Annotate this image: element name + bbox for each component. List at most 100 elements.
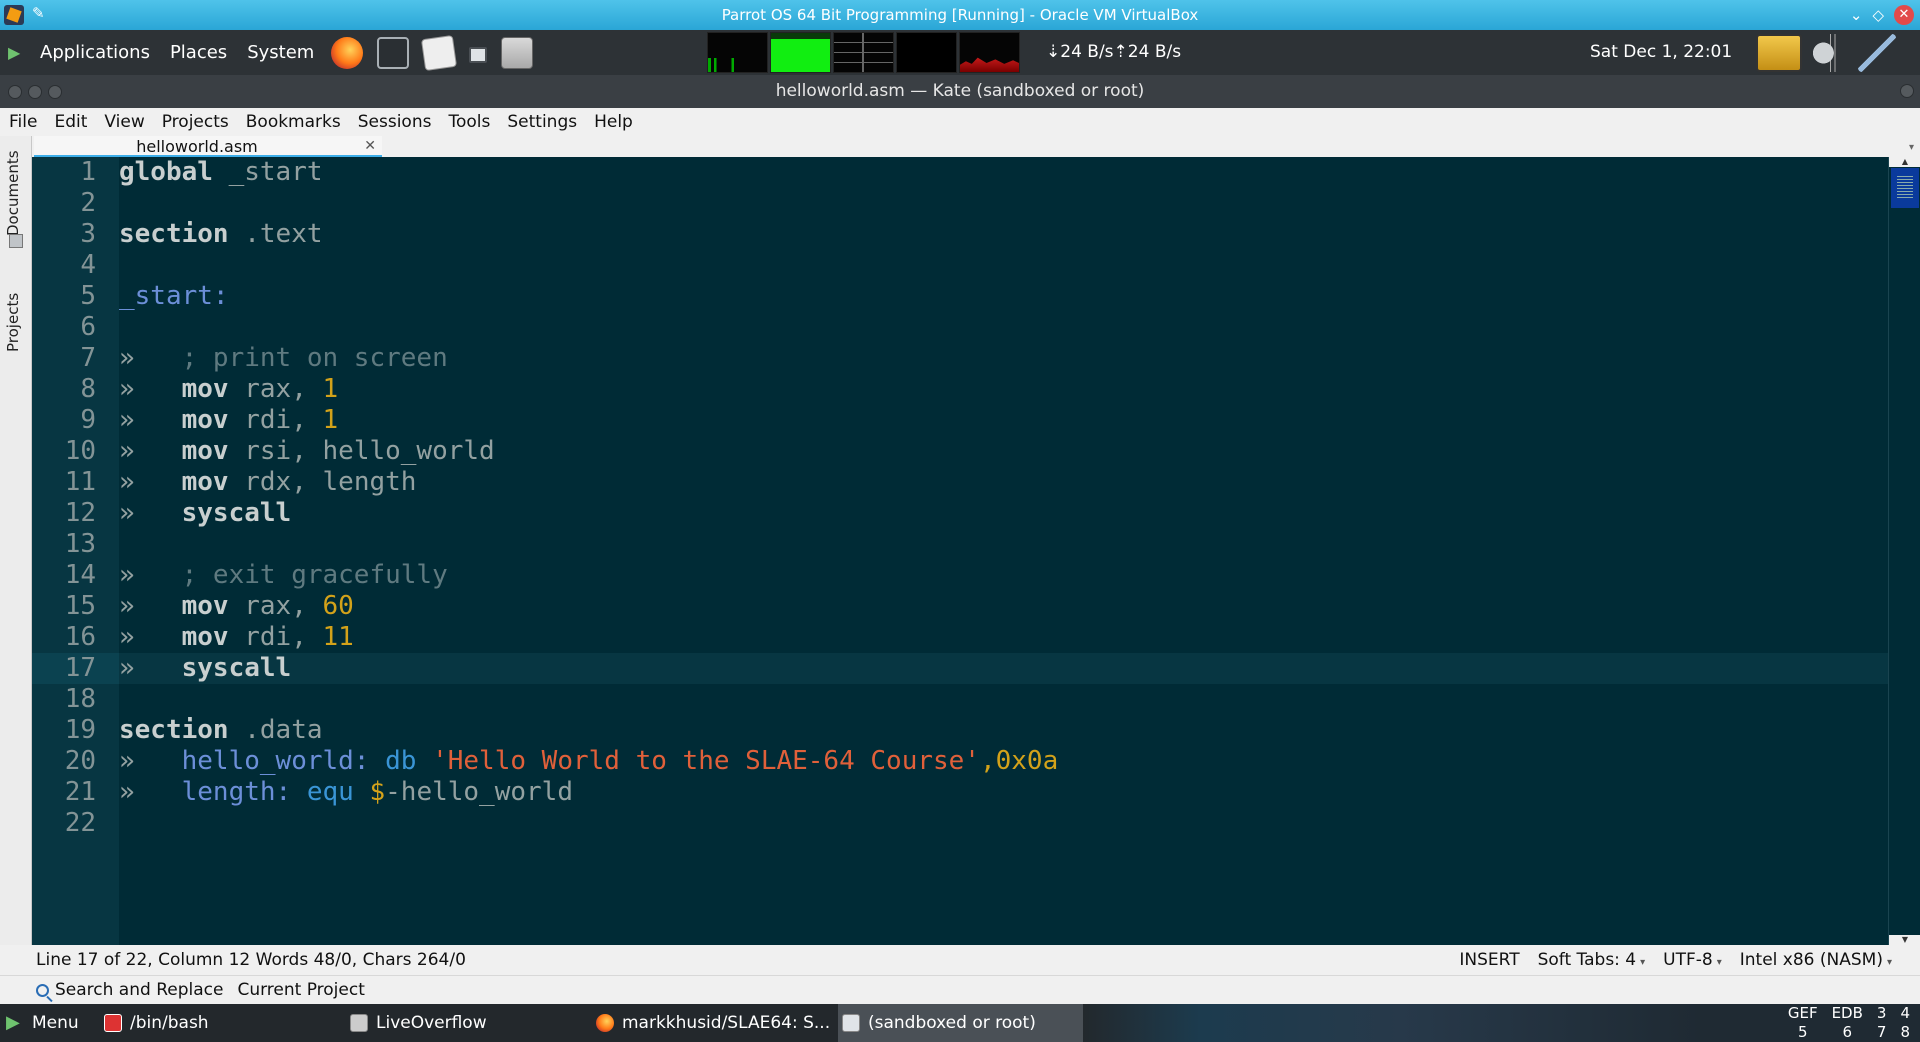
code-line[interactable]: global _start <box>119 157 1888 188</box>
taskbar-item-liveoverflow[interactable]: LiveOverflow <box>350 1004 487 1042</box>
code-line[interactable]: » mov rdi, 11 <box>119 622 1888 653</box>
menu-bookmarks[interactable]: Bookmarks <box>237 112 349 132</box>
code-line[interactable]: section .data <box>119 715 1888 746</box>
workspace-5[interactable]: 5 <box>1788 1023 1818 1042</box>
cursor-position[interactable]: Line 17 of 22, Column 12 Words 48/0, Cha… <box>36 945 466 975</box>
input-mode[interactable]: INSERT <box>1459 950 1519 970</box>
volume-icon[interactable] <box>1808 33 1852 72</box>
code-token: mov <box>181 467 229 497</box>
workspace-7[interactable]: 7 <box>1877 1023 1887 1042</box>
code-line[interactable]: » length: equ $-hello_world <box>119 777 1888 808</box>
encoding[interactable]: UTF-8 ▾ <box>1663 950 1722 970</box>
menu-tools[interactable]: Tools <box>439 112 498 132</box>
close-icon[interactable]: ✕ <box>1894 5 1914 25</box>
menu-view[interactable]: View <box>95 112 152 132</box>
menu-projects[interactable]: Projects <box>153 112 237 132</box>
workspace-3[interactable]: 3 <box>1877 1004 1887 1023</box>
code-line[interactable] <box>119 188 1888 219</box>
code-line[interactable]: » syscall <box>119 653 1888 684</box>
system-menu[interactable]: System <box>237 30 324 75</box>
editor[interactable]: 1 2 3 4 5 6 7 8 9 10 11 12 13 14 15 16 17 18 19 20 21 22 glob… <box>32 157 1920 945</box>
taskbar-item-bash[interactable]: /bin/bash <box>104 1004 209 1042</box>
code-token: 11 <box>322 622 354 652</box>
code-token: » <box>119 498 182 528</box>
minimap-scrollbar[interactable]: ▲ ▼ <box>1888 157 1920 945</box>
code-line[interactable]: » mov rax, 60 <box>119 591 1888 622</box>
code-line[interactable] <box>119 684 1888 715</box>
start-menu-button[interactable]: ▶ Menu <box>6 1004 79 1042</box>
kate-titlebar: helloworld.asm — Kate (sandboxed or root… <box>0 75 1920 108</box>
tab-close-icon[interactable]: ✕ <box>364 136 376 157</box>
current-project-button[interactable]: Current Project <box>237 980 364 1000</box>
code-token: mov <box>181 436 229 466</box>
scroll-up-icon[interactable]: ▲ <box>1889 157 1920 167</box>
window-shade-dot-icon[interactable] <box>1900 84 1914 98</box>
terminal-launcher-icon[interactable] <box>377 36 410 69</box>
indicator-gef[interactable]: GEF <box>1788 1004 1818 1023</box>
text-editor-launcher-icon[interactable] <box>421 34 458 71</box>
file-manager-launcher-icon[interactable] <box>501 36 534 69</box>
menu-settings[interactable]: Settings <box>498 112 585 132</box>
menu-edit[interactable]: Edit <box>45 112 95 132</box>
workspace-8[interactable]: 8 <box>1900 1023 1910 1042</box>
code-area[interactable]: global _startsection .text _start: » ; pri… <box>119 157 1888 945</box>
projects-toolview-tab[interactable]: Projects <box>4 252 22 352</box>
scroll-down-icon[interactable]: ▼ <box>1889 935 1920 945</box>
taskbar-item-kate[interactable]: (sandboxed or root) <box>838 1004 1083 1042</box>
syntax-mode[interactable]: Intel x86 (NASM) ▾ <box>1740 950 1892 970</box>
code-line[interactable] <box>119 529 1888 560</box>
code-line[interactable]: » mov rdi, 1 <box>119 405 1888 436</box>
system-monitor[interactable] <box>707 32 1020 73</box>
menu-sessions[interactable]: Sessions <box>349 112 440 132</box>
menu-file[interactable]: File <box>0 112 45 132</box>
screenshot-launcher-icon[interactable] <box>469 46 488 63</box>
code-token: mov <box>181 374 229 404</box>
firefox-icon <box>596 1014 614 1032</box>
code-line[interactable]: » ; exit gracefully <box>119 560 1888 591</box>
code-token: ,0x0a <box>979 746 1059 776</box>
menu-help[interactable]: Help <box>585 112 641 132</box>
minimap-viewport[interactable] <box>1891 168 1919 208</box>
minimize-icon[interactable]: ⌄ <box>1850 6 1863 24</box>
code-token: mov <box>181 591 229 621</box>
indicator-edb[interactable]: EDB <box>1832 1004 1863 1023</box>
code-line[interactable]: _start: <box>119 281 1888 312</box>
taskbar-item-firefox[interactable]: markkhusid/SLAE64: S... <box>596 1004 830 1042</box>
folder-icon <box>350 1014 368 1032</box>
code-line[interactable]: » syscall <box>119 498 1888 529</box>
display-icon[interactable] <box>1756 33 1802 72</box>
code-line[interactable] <box>119 250 1888 281</box>
code-token: rax, <box>228 591 323 621</box>
code-token: » <box>119 560 182 590</box>
tab-settings[interactable]: Soft Tabs: 4 ▾ <box>1538 950 1646 970</box>
clock[interactable]: Sat Dec 1, 22:01 <box>1590 30 1732 75</box>
applications-menu[interactable]: Applications <box>30 30 160 75</box>
terminal-icon <box>104 1014 122 1032</box>
tab-scroll-icon[interactable]: ▾ <box>1909 142 1914 153</box>
code-line[interactable] <box>119 312 1888 343</box>
code-line[interactable]: » hello_world: db 'Hello World to the SL… <box>119 746 1888 777</box>
taskbar-item-label: (sandboxed or root) <box>868 1013 1036 1033</box>
documents-toolview-tab[interactable]: Documents <box>4 136 22 236</box>
code-line[interactable]: » mov rax, 1 <box>119 374 1888 405</box>
firefox-launcher-icon[interactable] <box>331 36 364 69</box>
places-menu[interactable]: Places <box>160 30 237 75</box>
net-down-value: 24 B/s <box>1060 42 1114 62</box>
code-token: section <box>119 219 229 249</box>
code-token: » <box>119 405 182 435</box>
code-line[interactable] <box>119 808 1888 839</box>
tab-helloworld-asm[interactable]: helloworld.asm ✕ <box>34 136 382 157</box>
status-right: INSERT Soft Tabs: 4 ▾ UTF-8 ▾ Intel x86 (N… <box>1459 945 1892 975</box>
workspace-6[interactable]: 6 <box>1832 1023 1863 1042</box>
workspace-4[interactable]: 4 <box>1900 1004 1910 1023</box>
system-tray <box>1756 32 1896 73</box>
code-line[interactable]: section .text <box>119 219 1888 250</box>
code-line[interactable]: » mov rdx, length <box>119 467 1888 498</box>
encoding-label: UTF-8 <box>1663 950 1713 970</box>
network-icon[interactable] <box>1858 33 1896 72</box>
maximize-icon[interactable]: ◇ <box>1872 6 1884 24</box>
code-line[interactable]: » ; print on screen <box>119 343 1888 374</box>
code-line[interactable]: » mov rsi, hello_world <box>119 436 1888 467</box>
search-replace-button[interactable]: Search and Replace <box>36 980 223 1000</box>
net-speed[interactable]: ⇣24 B/s⇡24 B/s <box>1046 30 1181 75</box>
